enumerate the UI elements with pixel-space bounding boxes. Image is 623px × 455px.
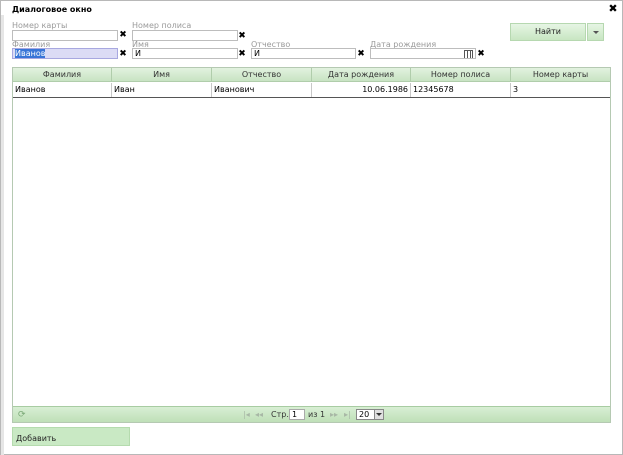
- patronymic-clear-icon[interactable]: ✖: [357, 49, 365, 59]
- find-options-dropdown[interactable]: [587, 23, 604, 41]
- close-icon[interactable]: ✖: [607, 3, 619, 15]
- birth-date-clear-icon[interactable]: ✖: [477, 49, 485, 59]
- chevron-down-icon: [374, 410, 383, 419]
- last-name-value: Иванов: [15, 49, 46, 58]
- next-page-button[interactable]: ▸▸: [330, 407, 338, 423]
- birth-date-input[interactable]: [370, 48, 476, 59]
- cell-card-number: 3: [513, 85, 519, 94]
- page-size-value: 20: [359, 410, 370, 419]
- page-number-input[interactable]: 1: [289, 409, 305, 420]
- column-header-birth-date[interactable]: Дата рождения: [312, 68, 411, 82]
- last-name-input[interactable]: Иванов: [12, 48, 118, 59]
- table-row[interactable]: Иванов Иван Иванович 10.06.1986 12345678…: [13, 83, 610, 98]
- policy-number-label: Номер полиса: [132, 21, 192, 30]
- first-name-clear-icon[interactable]: ✖: [238, 49, 246, 59]
- prev-page-button[interactable]: ◂◂: [255, 407, 263, 423]
- grid-pager: ⟳ |◂ ◂◂ Стр. 1 из 1 ▸▸ ▸| 20: [13, 406, 610, 422]
- column-header-first-name[interactable]: Имя: [112, 68, 212, 82]
- grid-header: Фамилия Имя Отчество Дата рождения Номер…: [13, 68, 610, 82]
- results-grid: Фамилия Имя Отчество Дата рождения Номер…: [12, 67, 611, 423]
- column-header-card-number[interactable]: Номер карты: [511, 68, 610, 82]
- background-strip: [1, 15, 4, 455]
- column-header-last-name[interactable]: Фамилия: [13, 68, 112, 82]
- calendar-icon[interactable]: [464, 50, 473, 58]
- find-button[interactable]: Найти: [510, 23, 586, 41]
- page-label: Стр.: [271, 410, 289, 419]
- policy-number-clear-icon[interactable]: ✖: [238, 31, 246, 41]
- cell-first-name: Иван: [112, 83, 212, 97]
- refresh-icon[interactable]: ⟳: [18, 408, 26, 422]
- page-size-select[interactable]: 20: [356, 409, 384, 420]
- patronymic-input[interactable]: И: [251, 48, 356, 59]
- dialog-title: Диалоговое окно: [12, 5, 92, 14]
- cell-policy-number: 12345678: [411, 83, 511, 97]
- column-header-policy-number[interactable]: Номер полиса: [411, 68, 511, 82]
- card-number-label: Номер карты: [12, 21, 68, 30]
- last-page-button[interactable]: ▸|: [344, 407, 351, 423]
- first-name-input[interactable]: И: [132, 48, 238, 59]
- dialog-window: Диалоговое окно ✖ Номер карты ✖ Номер по…: [0, 0, 623, 455]
- cell-patronymic: Иванович: [212, 83, 312, 97]
- column-header-patronymic[interactable]: Отчество: [212, 68, 312, 82]
- cell-birth-date: 10.06.1986: [312, 83, 411, 97]
- first-page-button[interactable]: |◂: [243, 407, 250, 423]
- cell-last-name: Иванов: [13, 83, 112, 97]
- last-name-clear-icon[interactable]: ✖: [119, 49, 127, 59]
- card-number-clear-icon[interactable]: ✖: [119, 30, 127, 40]
- add-button[interactable]: Добавить: [12, 427, 130, 446]
- page-count-label: из 1: [308, 410, 326, 419]
